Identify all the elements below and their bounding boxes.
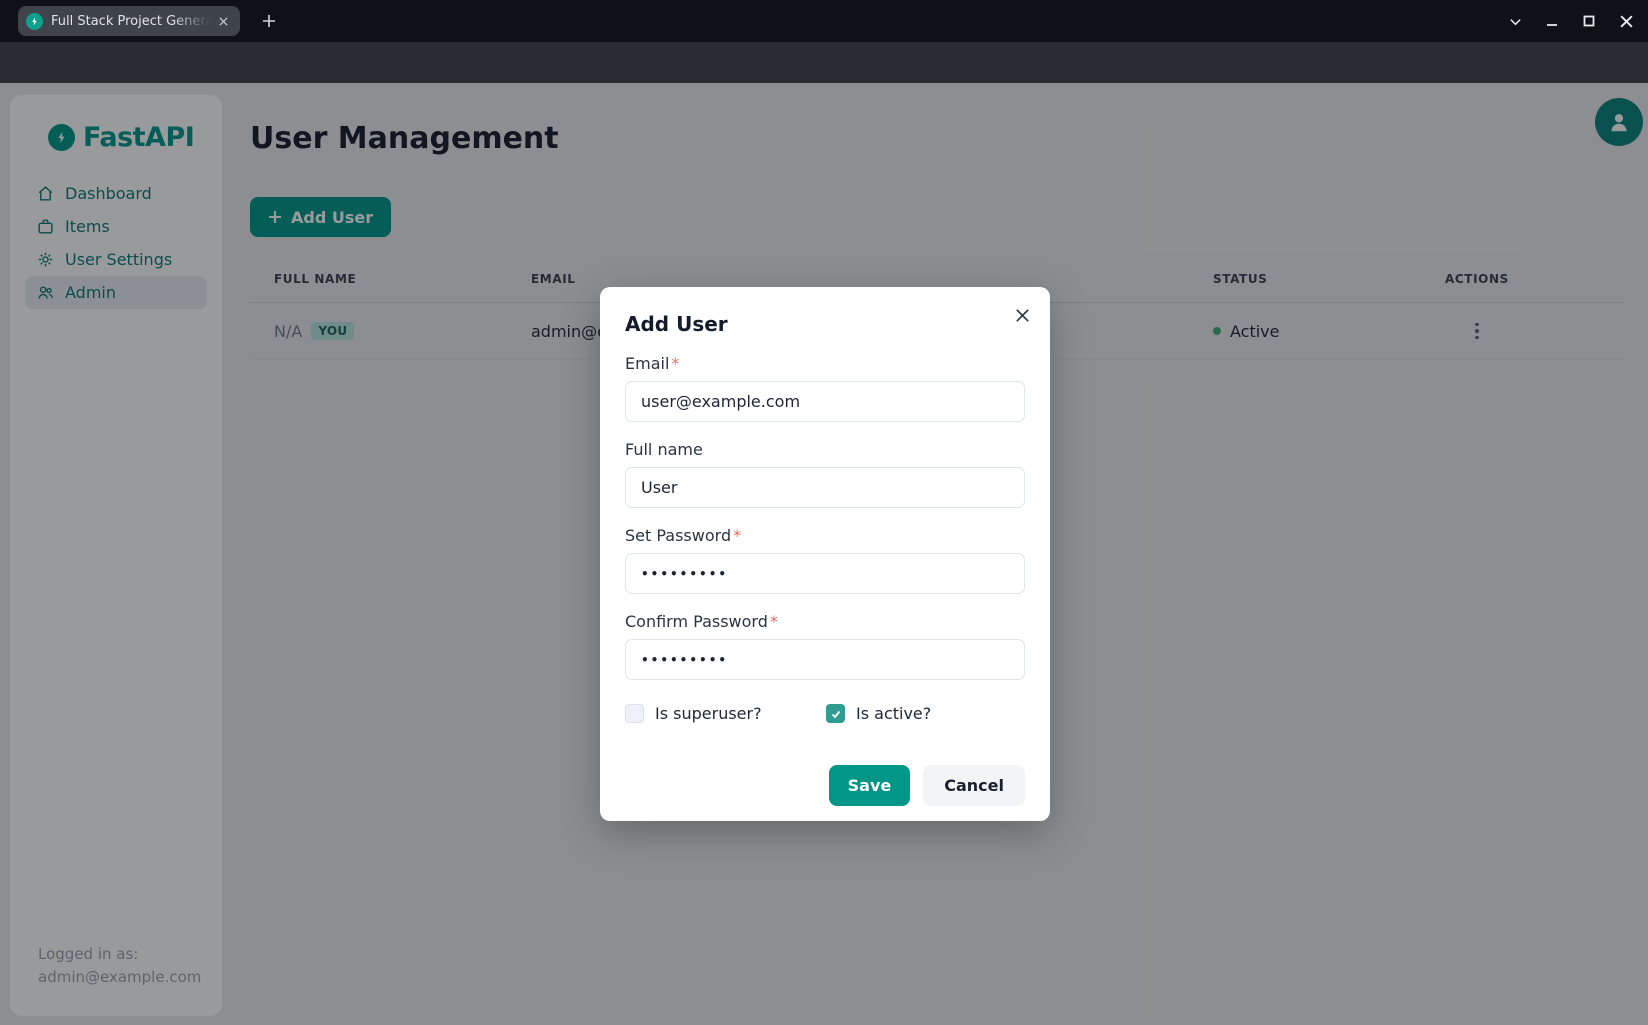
modal-footer: Save Cancel (625, 765, 1025, 806)
browser-tab[interactable]: Full Stack Project Genera (18, 6, 240, 36)
browser-window: Full Stack Project Genera (0, 0, 1648, 1025)
window-close-button[interactable] (1618, 13, 1634, 29)
page-content: FastAPI Dashboard Items (0, 83, 1648, 1025)
add-user-modal: Add User Email* Full name Set Password* (600, 287, 1050, 821)
is-superuser-checkbox-group: Is superuser? (625, 704, 826, 723)
full-name-field[interactable] (625, 467, 1025, 508)
window-minimize-button[interactable] (1544, 13, 1560, 29)
set-password-field[interactable] (625, 553, 1025, 594)
browser-titlebar: Full Stack Project Genera (0, 0, 1648, 42)
required-asterisk: * (770, 612, 778, 631)
is-superuser-checkbox[interactable] (625, 704, 644, 723)
confirm-password-field[interactable] (625, 639, 1025, 680)
fastapi-favicon-icon (26, 13, 43, 30)
cancel-button[interactable]: Cancel (923, 765, 1025, 806)
tab-close-icon[interactable] (214, 12, 232, 30)
is-active-checkbox[interactable] (826, 704, 845, 723)
window-controls (1507, 0, 1634, 42)
save-button[interactable]: Save (829, 765, 911, 806)
required-asterisk: * (733, 526, 741, 545)
full-name-label: Full name (625, 440, 1025, 459)
is-active-checkbox-group: Is active? (826, 704, 931, 723)
tab-title-fade (172, 14, 210, 29)
set-password-label: Set Password* (625, 526, 1025, 545)
is-active-label: Is active? (856, 704, 931, 723)
window-maximize-button[interactable] (1581, 13, 1597, 29)
is-superuser-label: Is superuser? (655, 704, 762, 723)
checkbox-row: Is superuser? Is active? (625, 704, 1025, 723)
email-label: Email* (625, 354, 1025, 373)
browser-toolbar: i localhost /admin 1 (0, 42, 1648, 83)
required-asterisk: * (671, 354, 679, 373)
modal-close-icon[interactable] (1008, 301, 1036, 329)
set-password-field-group: Set Password* (625, 526, 1025, 594)
modal-title: Add User (625, 312, 1025, 336)
tab-title: Full Stack Project Genera (51, 14, 210, 29)
confirm-password-field-group: Confirm Password* (625, 612, 1025, 680)
email-field-group: Email* (625, 354, 1025, 422)
email-field[interactable] (625, 381, 1025, 422)
new-tab-button[interactable] (256, 8, 282, 34)
confirm-password-label: Confirm Password* (625, 612, 1025, 631)
full-name-field-group: Full name (625, 440, 1025, 508)
tab-search-chevron-icon[interactable] (1507, 13, 1523, 29)
